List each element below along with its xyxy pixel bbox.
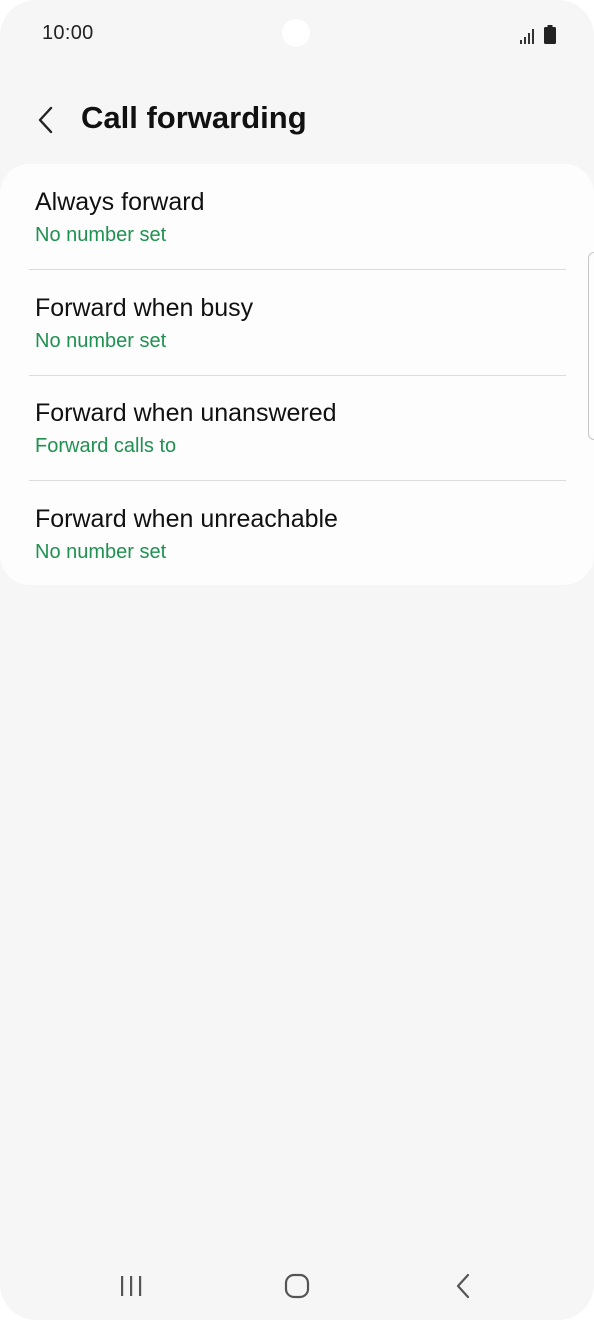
- battery-icon: [544, 25, 556, 44]
- forwarding-options-list: Always forward No number set Forward whe…: [0, 164, 594, 585]
- status-bar: 10:00: [0, 0, 594, 70]
- chevron-left-icon: [38, 106, 53, 134]
- recents-button[interactable]: [101, 1266, 161, 1306]
- list-item-title: Forward when busy: [35, 294, 254, 322]
- list-item-subtitle: No number set: [35, 330, 167, 352]
- app-header: Call forwarding: [0, 90, 594, 150]
- list-item-title: Always forward: [35, 188, 205, 216]
- navigation-bar: [0, 1250, 594, 1320]
- list-item-subtitle: No number set: [35, 541, 167, 563]
- phone-screen: 10:00 Call forwarding Always forward No …: [0, 0, 594, 1320]
- home-button[interactable]: [267, 1266, 327, 1306]
- forward-when-busy-item[interactable]: Forward when busy No number set: [0, 270, 594, 375]
- always-forward-item[interactable]: Always forward No number set: [0, 164, 594, 269]
- list-item-subtitle: No number set: [35, 224, 167, 246]
- home-icon: [284, 1273, 310, 1299]
- back-icon: [456, 1273, 470, 1299]
- forward-when-unreachable-item[interactable]: Forward when unreachable No number set: [0, 481, 594, 586]
- back-button[interactable]: [26, 98, 66, 142]
- system-back-button[interactable]: [433, 1266, 493, 1306]
- forward-when-unanswered-item[interactable]: Forward when unanswered Forward calls to: [0, 375, 594, 480]
- page-title: Call forwarding: [81, 100, 307, 135]
- list-item-title: Forward when unanswered: [35, 399, 337, 427]
- scrollbar[interactable]: [588, 252, 594, 440]
- recents-icon: [121, 1276, 142, 1296]
- signal-icon: [520, 29, 534, 44]
- status-icons: [520, 22, 556, 44]
- front-camera: [282, 19, 310, 47]
- status-time: 10:00: [42, 22, 94, 44]
- list-item-subtitle: Forward calls to: [35, 435, 177, 457]
- list-item-title: Forward when unreachable: [35, 505, 338, 533]
